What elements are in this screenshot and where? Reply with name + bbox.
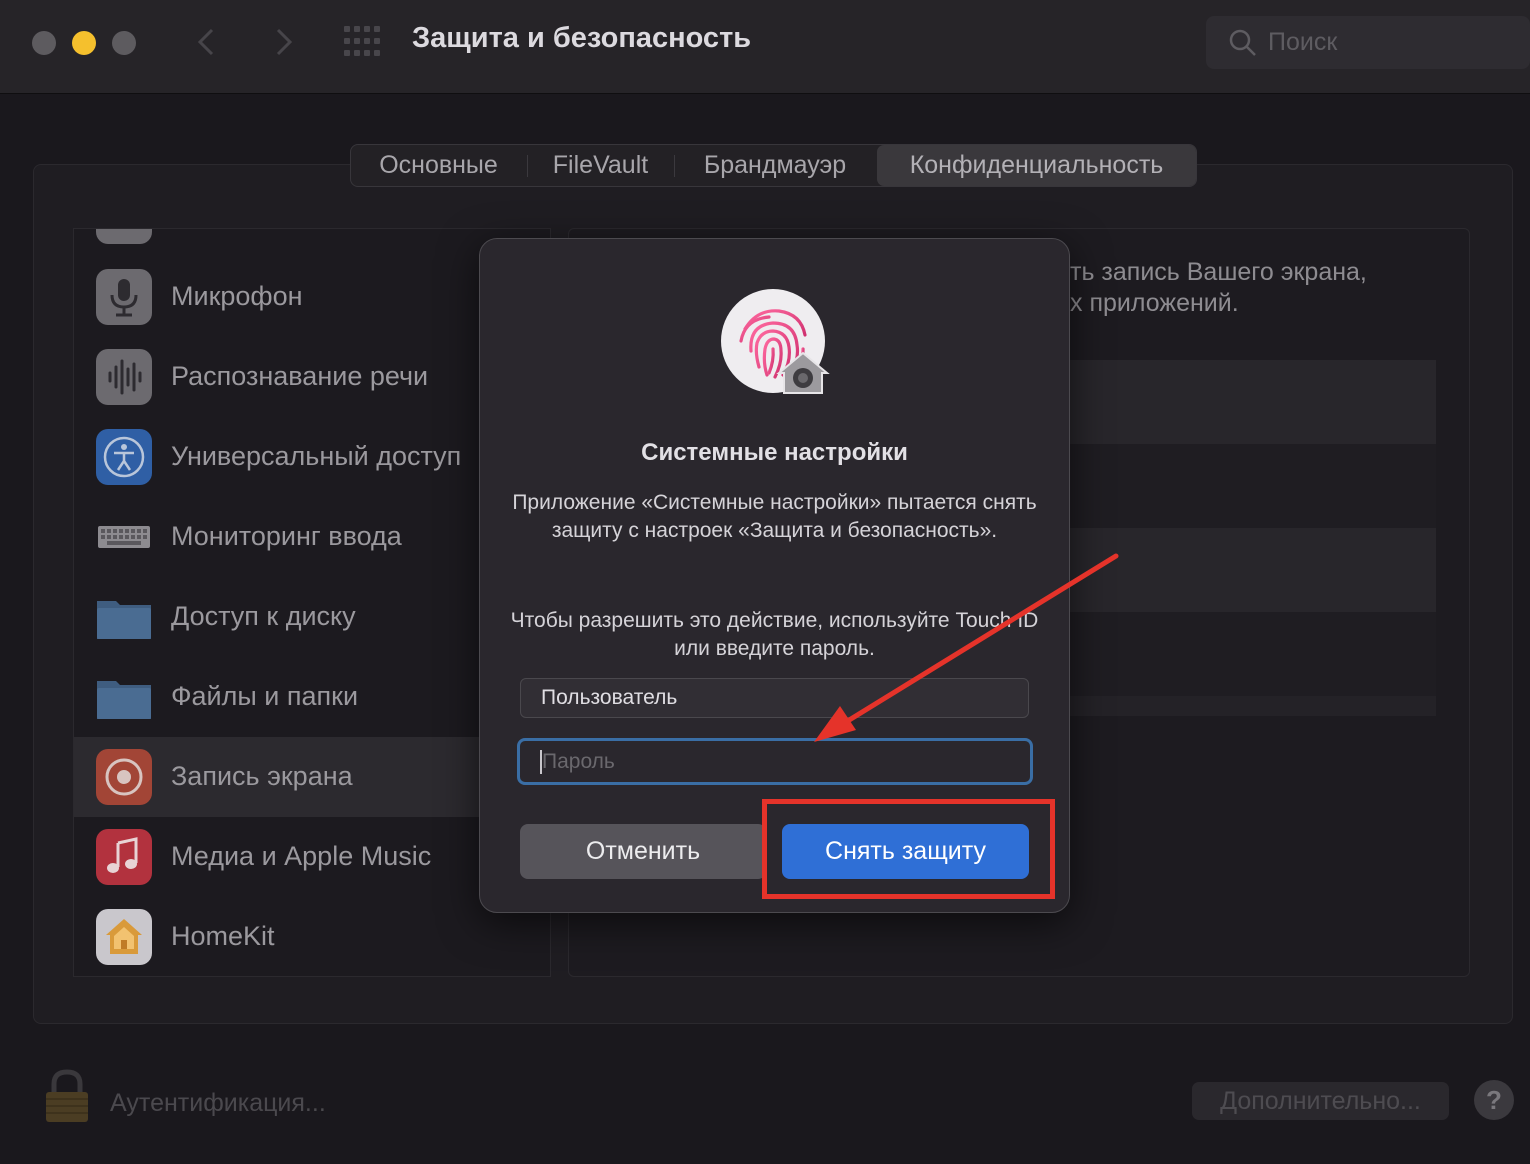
tab-filevault[interactable]: FileVault <box>528 145 673 186</box>
search-placeholder: Поиск <box>1268 28 1338 56</box>
sidebar-item-label: Универсальный доступ <box>171 441 462 471</box>
app-list-table[interactable] <box>1068 360 1436 716</box>
sidebar-item-label: HomeKit <box>171 921 275 951</box>
sidebar-item-label: Мониторинг ввода <box>171 521 402 551</box>
sidebar-item-label: Микрофон <box>171 281 303 311</box>
sidebar-item-label: Доступ к диску <box>171 601 356 631</box>
search-icon <box>1229 29 1256 56</box>
sidebar-item-label: Медиа и Apple Music <box>171 841 432 871</box>
privacy-description: ть запись Вашего экрана, х приложений. <box>1070 257 1367 319</box>
help-button[interactable]: ? <box>1474 1080 1514 1120</box>
table-row[interactable] <box>1068 360 1436 444</box>
tab-privacy[interactable]: Конфиденциальность <box>877 145 1196 186</box>
cancel-button[interactable]: Отменить <box>520 824 766 879</box>
microphone-icon <box>96 269 152 325</box>
table-row[interactable] <box>1068 528 1436 612</box>
forward-arrow-icon[interactable] <box>268 22 298 62</box>
minimize-window-button[interactable] <box>72 31 96 55</box>
tab-firewall[interactable]: Брандмауэр <box>675 145 875 186</box>
accessibility-icon <box>96 429 152 485</box>
partial-list-icon <box>96 229 152 244</box>
sidebar-item-label: Файлы и папки <box>171 681 359 711</box>
zoom-window-button[interactable] <box>112 31 136 55</box>
dialog-instruction: Чтобы разрешить это действие, используйт… <box>510 609 1039 660</box>
waveform-icon <box>96 349 152 405</box>
description-line: ть запись Вашего экрана, <box>1070 258 1367 286</box>
tab-general[interactable]: Основные <box>351 145 526 186</box>
auth-status-label: Аутентификация... <box>110 1089 326 1117</box>
home-icon <box>96 909 152 965</box>
sidebar-item-label: Запись экрана <box>171 761 353 791</box>
table-row[interactable] <box>1068 444 1436 528</box>
tab-bar: Основные FileVault Брандмауэр Конфиденци… <box>350 144 1197 187</box>
search-field[interactable]: Поиск <box>1206 16 1530 69</box>
touch-id-fingerprint-icon <box>721 289 830 394</box>
folder-icon <box>96 589 152 645</box>
username-field[interactable]: Пользователь <box>520 678 1029 718</box>
password-field[interactable]: Пароль <box>517 738 1033 785</box>
lock-icon[interactable] <box>42 1068 92 1124</box>
sidebar-item-label: Распознавание речи <box>171 361 429 391</box>
close-window-button[interactable] <box>32 31 56 55</box>
table-row[interactable] <box>1068 612 1436 696</box>
dialog-message: Приложение «Системные настройки» пытаетс… <box>512 491 1037 542</box>
sidebar-item-homekit[interactable]: HomeKit <box>74 897 550 976</box>
show-all-grid-icon[interactable] <box>344 26 384 58</box>
dialog-title: Системные настройки <box>641 439 908 466</box>
window-titlebar: Защита и безопасность Поиск <box>0 0 1530 94</box>
description-line: х приложений. <box>1070 289 1239 317</box>
screen-record-icon <box>96 749 152 805</box>
back-arrow-icon[interactable] <box>192 22 222 62</box>
music-note-icon <box>96 829 152 885</box>
annotation-highlight-box <box>762 799 1055 899</box>
advanced-button[interactable]: Дополнительно... <box>1192 1082 1449 1120</box>
folder-icon <box>96 669 152 725</box>
window-title: Защита и безопасность <box>412 22 752 54</box>
keyboard-icon <box>96 509 152 565</box>
